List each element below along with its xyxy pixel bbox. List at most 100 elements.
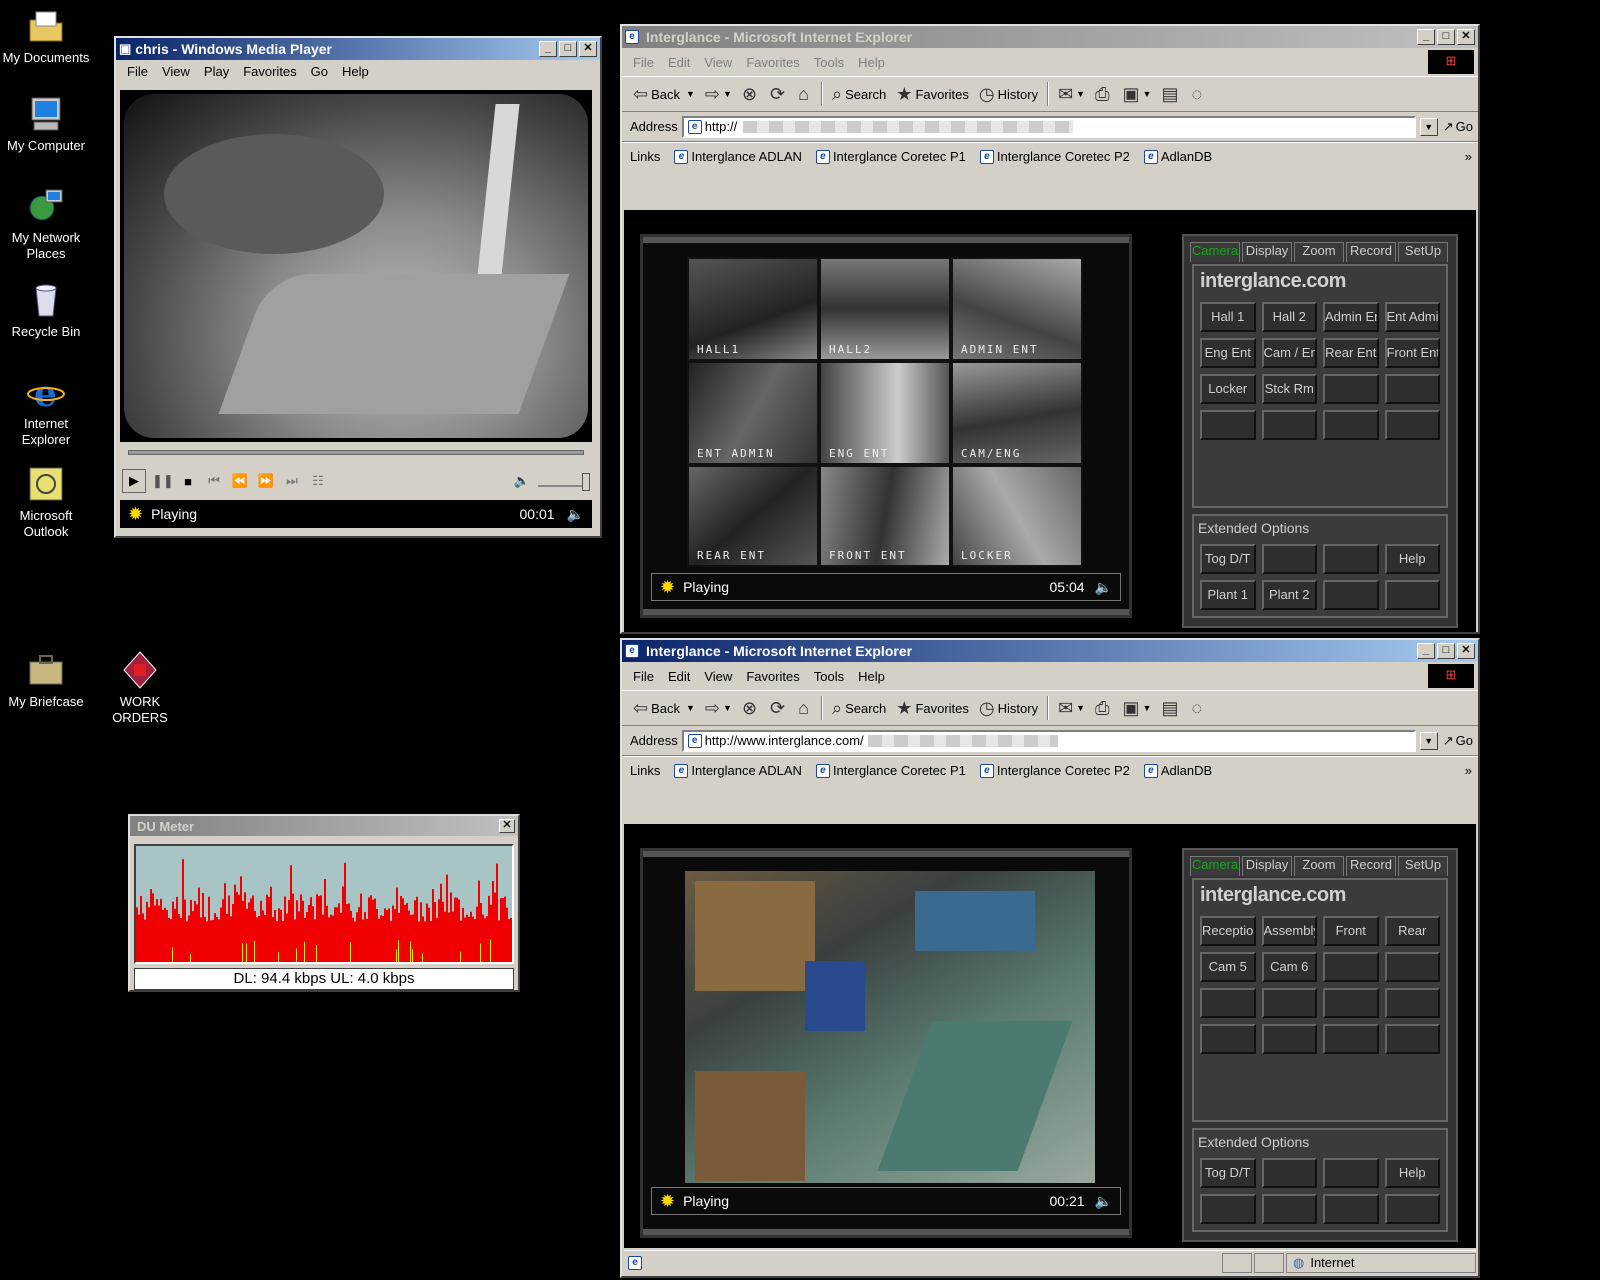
ext-button[interactable]	[1200, 1194, 1256, 1224]
link-adlandb[interactable]: e AdlanDB	[1143, 763, 1212, 779]
tab-zoom[interactable]: Zoom	[1294, 856, 1344, 876]
cam-button-empty[interactable]	[1384, 1024, 1440, 1054]
link-adlandb[interactable]: e AdlanDB	[1143, 149, 1212, 165]
speaker-icon[interactable]: 🔈	[567, 506, 584, 523]
cam-button[interactable]: Front Ent	[1384, 338, 1440, 368]
cam-button[interactable]: Cam 5	[1200, 952, 1256, 982]
ext-button[interactable]	[1323, 580, 1379, 610]
discuss-button[interactable]: ▤	[1156, 80, 1186, 108]
desktop-icon-my-computer[interactable]: My Computer	[0, 94, 92, 154]
ext-button[interactable]: Plant 1	[1200, 580, 1256, 610]
warehouse-camera-view[interactable]	[685, 871, 1095, 1183]
desktop-icon-network-places[interactable]: My Network Places	[0, 186, 92, 262]
playlist-icon[interactable]: ☷	[308, 473, 328, 489]
maximize-button[interactable]: □	[559, 41, 577, 57]
pause-icon[interactable]: ❚❚	[152, 473, 174, 489]
ext-button[interactable]	[1323, 1158, 1379, 1188]
print-button[interactable]: ⎙	[1090, 80, 1117, 108]
menu-tools[interactable]: Tools	[807, 55, 851, 70]
ext-button[interactable]: Tog D/T	[1200, 544, 1256, 574]
menu-edit[interactable]: Edit	[661, 55, 697, 70]
link-coretec-p1[interactable]: e Interglance Coretec P1	[815, 149, 966, 165]
tab-display[interactable]: Display	[1242, 856, 1292, 876]
volume-thumb[interactable]	[582, 473, 590, 491]
back-button[interactable]: ⇦ Back ▼	[628, 80, 700, 108]
cam-button-empty[interactable]	[1261, 1024, 1317, 1054]
close-button[interactable]: ✕	[499, 819, 515, 833]
skip-forward-icon[interactable]: ⏭	[282, 473, 302, 489]
cam-button[interactable]: Assembly	[1261, 916, 1317, 946]
rewind-icon[interactable]: ⏪	[230, 473, 250, 489]
menu-tools[interactable]: Tools	[807, 669, 851, 684]
tab-zoom[interactable]: Zoom	[1294, 242, 1344, 262]
forward-button[interactable]: ⇨ ▼	[700, 80, 737, 108]
minimize-button[interactable]: _	[1417, 643, 1435, 659]
address-input[interactable]: e http://www.interglance.com/	[681, 729, 1416, 752]
menu-favorites[interactable]: Favorites	[739, 669, 806, 684]
back-button[interactable]: ⇦ Back ▼	[628, 694, 700, 722]
tab-display[interactable]: Display	[1242, 242, 1292, 262]
ie1-titlebar[interactable]: e Interglance - Microsoft Internet Explo…	[622, 26, 1478, 48]
speaker-icon[interactable]: 🔈	[1095, 1193, 1112, 1210]
play-icon[interactable]: ▶	[122, 469, 146, 493]
fast-forward-icon[interactable]: ⏩	[256, 473, 276, 489]
desktop-icon-recycle-bin[interactable]: Recycle Bin	[0, 280, 92, 340]
cam-button[interactable]: Front	[1323, 916, 1379, 946]
ext-button[interactable]	[1384, 1194, 1440, 1224]
history-button[interactable]: ◷ History	[974, 80, 1043, 108]
mail-button[interactable]: ✉ ▼	[1053, 694, 1090, 722]
refresh-button[interactable]: ⟳	[765, 694, 793, 722]
link-adlan[interactable]: e Interglance ADLAN	[674, 763, 802, 779]
wmp-titlebar[interactable]: ▣ chris - Windows Media Player _ □ ✕	[116, 38, 600, 60]
volume-slider[interactable]	[538, 471, 590, 491]
cam-button[interactable]: Stck Rm	[1261, 374, 1317, 404]
tab-record[interactable]: Record	[1346, 242, 1396, 262]
desktop-icon-outlook[interactable]: Microsoft Outlook	[0, 464, 92, 540]
tab-camera[interactable]: Camera	[1190, 242, 1240, 262]
menu-go[interactable]: Go	[304, 64, 335, 79]
cam-button-empty[interactable]	[1323, 374, 1379, 404]
cam-button[interactable]: Cam / Eng	[1261, 338, 1317, 368]
cam-button[interactable]: Locker	[1200, 374, 1256, 404]
ext-button[interactable]	[1323, 1194, 1379, 1224]
ext-button[interactable]	[1261, 1194, 1317, 1224]
stop-button[interactable]: ⊗	[737, 694, 765, 722]
tab-setup[interactable]: SetUp	[1398, 242, 1448, 262]
link-coretec-p2[interactable]: e Interglance Coretec P2	[979, 763, 1130, 779]
address-dropdown[interactable]: ▼	[1419, 117, 1438, 136]
tab-record[interactable]: Record	[1346, 856, 1396, 876]
maximize-button[interactable]: □	[1437, 643, 1455, 659]
stop-icon[interactable]: ■	[178, 474, 198, 489]
dumeter-titlebar[interactable]: DU Meter ✕	[130, 816, 518, 836]
links-chevron-icon[interactable]: »	[1465, 763, 1472, 778]
desktop-icon-work-orders[interactable]: WORK ORDERS	[94, 650, 186, 726]
cam-button[interactable]: Ent Admin	[1384, 302, 1440, 332]
cam-button-empty[interactable]	[1261, 410, 1317, 440]
speaker-icon[interactable]: 🔈	[1095, 579, 1112, 596]
tab-setup[interactable]: SetUp	[1398, 856, 1448, 876]
close-button[interactable]: ✕	[579, 41, 597, 57]
go-button[interactable]: ↗ Go	[1438, 727, 1478, 755]
link-coretec-p1[interactable]: e Interglance Coretec P1	[815, 763, 966, 779]
ext-button[interactable]	[1261, 544, 1317, 574]
search-button[interactable]: ⌕ Search	[827, 694, 891, 722]
ext-button[interactable]	[1261, 1158, 1317, 1188]
address-dropdown[interactable]: ▼	[1419, 731, 1438, 750]
cam-button[interactable]: Rear Ent	[1323, 338, 1379, 368]
menu-favorites[interactable]: Favorites	[739, 55, 806, 70]
home-button[interactable]: ⌂	[793, 80, 817, 108]
desktop-icon-my-documents[interactable]: My Documents	[0, 6, 92, 66]
menu-file[interactable]: File	[626, 55, 661, 70]
mail-button[interactable]: ✉ ▼	[1053, 80, 1090, 108]
desktop-icon-my-briefcase[interactable]: My Briefcase	[0, 650, 92, 710]
cam-button-empty[interactable]	[1200, 410, 1256, 440]
menu-help[interactable]: Help	[851, 55, 892, 70]
cam-button[interactable]: Rear	[1384, 916, 1440, 946]
print-button[interactable]: ⎙	[1090, 694, 1117, 722]
menu-file[interactable]: File	[120, 64, 155, 79]
link-coretec-p2[interactable]: e Interglance Coretec P2	[979, 149, 1130, 165]
cam-button-empty[interactable]	[1200, 1024, 1256, 1054]
ext-button[interactable]: Help	[1384, 1158, 1440, 1188]
cam-button[interactable]: Admin Ent	[1323, 302, 1379, 332]
cam-button[interactable]: Cam 6	[1261, 952, 1317, 982]
